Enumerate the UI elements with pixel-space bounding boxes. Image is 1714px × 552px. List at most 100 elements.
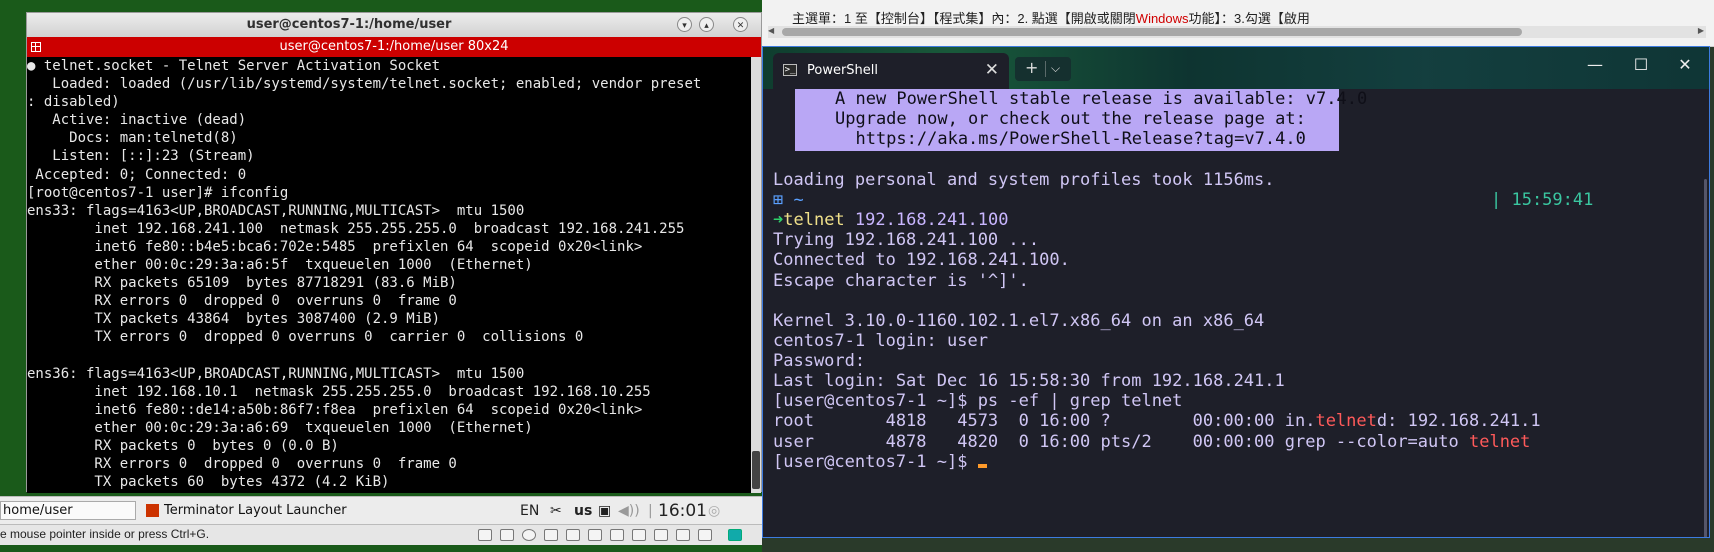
terminal-line: inet6 fe80::de14:a50b:86f7:f8ea prefixle… — [27, 401, 643, 418]
browser-hscrollbar[interactable]: ◀ ▶ — [768, 26, 1706, 38]
minimize-button[interactable]: — — [1575, 53, 1615, 77]
close-tab-icon[interactable]: ✕ — [985, 60, 999, 80]
terminal-line: RX errors 0 dropped 0 overruns 0 frame 0 — [27, 456, 457, 473]
match-highlight: telnet — [1315, 411, 1377, 431]
terminal-line: TX packets 43864 bytes 3087400 (2.9 MiB) — [27, 311, 441, 328]
tab-bar: >_ PowerShell ✕ + ⌵ — ☐ ✕ — [763, 47, 1709, 89]
prompt-time: | 15:59:41 — [1491, 190, 1594, 210]
maximize-button[interactable]: ▴ — [699, 17, 714, 32]
accessibility-icon[interactable]: ✂ — [550, 500, 562, 522]
browser-text-a: 主選單：1 至【控制台】【程式集】內：2. 點選【開啟或關閉 — [792, 11, 1136, 26]
disk-icon[interactable] — [522, 529, 536, 541]
close-button[interactable]: ✕ — [733, 17, 748, 32]
keyboard-layout[interactable]: us — [574, 500, 592, 522]
tab-powershell[interactable]: >_ PowerShell ✕ — [773, 53, 1009, 89]
audio-icon[interactable] — [610, 529, 624, 541]
terminal-window: user@centos7-1:/home/user ▾ ▴ ✕ user@cen… — [26, 12, 762, 493]
status-hint: e mouse pointer inside or press Ctrl+G. — [0, 527, 210, 541]
chevron-down-icon[interactable]: ⌵ — [1051, 61, 1060, 76]
usb-icon[interactable] — [588, 529, 602, 541]
prompt-line: ⊞ ~ — [773, 190, 804, 210]
terminal-line: Loaded: loaded (/usr/lib/systemd/system/… — [27, 76, 702, 93]
console-scrollbar[interactable] — [1704, 179, 1707, 537]
window-titlebar[interactable]: user@centos7-1:/home/user ▾ ▴ ✕ — [27, 13, 761, 38]
clock[interactable]: 16:01 — [658, 500, 707, 522]
terminal-output[interactable]: ● telnet.socket - Telnet Server Activati… — [27, 57, 751, 493]
scroll-left-icon[interactable]: ◀ — [768, 26, 774, 35]
banner-text: A new PowerShell stable release is avail… — [835, 89, 1367, 150]
cpu-icon[interactable] — [698, 529, 712, 541]
cmd-name: telnet — [783, 210, 845, 230]
volume-icon[interactable]: ◀)) — [618, 500, 640, 522]
network-adapter-icon[interactable] — [544, 529, 558, 541]
maximize-button[interactable]: ☐ — [1621, 53, 1661, 77]
terminator-title: user@centos7-1:/home/user 80x24 — [279, 39, 509, 54]
profiles-line: Loading personal and system profiles too… — [773, 170, 1275, 190]
active-prompt[interactable]: [user@centos7-1 ~]$ — [773, 452, 987, 472]
divider — [1045, 61, 1046, 77]
taskbar-item-launcher[interactable]: Terminator Layout Launcher — [144, 501, 347, 520]
banner-line: A new PowerShell stable release is avail… — [835, 89, 1368, 109]
terminal-line: Docs: man:telnetd(8) — [27, 130, 238, 147]
background-browser[interactable]: 主選單：1 至【控制台】【程式集】內：2. 點選【開啟或關閉Windows功能】… — [762, 0, 1714, 47]
new-tab-group: + ⌵ — [1015, 57, 1071, 81]
powershell-console[interactable]: A new PowerShell stable release is avail… — [763, 89, 1709, 537]
terminal-line: RX packets 65109 bytes 87718291 (83.6 Mi… — [27, 275, 457, 292]
update-banner: A new PowerShell stable release is avail… — [795, 89, 1367, 151]
output-line: Password: — [773, 351, 866, 371]
shared-folder-icon[interactable] — [632, 529, 646, 541]
terminal-line: ● telnet.socket - Telnet Server Activati… — [27, 58, 441, 74]
terminal-scrollbar[interactable] — [751, 57, 761, 493]
terminator-titlebar[interactable]: user@centos7-1:/home/user 80x24 — [27, 37, 761, 57]
scroll-right-icon[interactable]: ▶ — [1698, 26, 1704, 35]
hdd-icon[interactable] — [478, 529, 492, 541]
terminator-icon — [146, 504, 159, 517]
vm-viewer: user@centos7-1:/home/user ▾ ▴ ✕ user@cen… — [0, 0, 762, 552]
terminal-line: Active: inactive (dead) — [27, 112, 247, 129]
arrow-icon: ➜ — [773, 210, 784, 230]
terminal-line: : disabled) — [27, 94, 120, 111]
close-window-button[interactable]: ✕ — [1665, 53, 1705, 77]
powershell-icon: >_ — [783, 64, 797, 76]
output-line: centos7-1 login: user — [773, 331, 988, 351]
taskbar-item-terminal[interactable]: home/user — [0, 501, 136, 520]
browser-text-b: 功能】：3.勾選【啟用 — [1188, 11, 1310, 26]
terminal-line: ens33: flags=4163<UP,BROADCAST,RUNNING,M… — [27, 202, 525, 219]
terminal-line: inet 192.168.10.1 netmask 255.255.255.0 … — [27, 383, 651, 400]
minimize-button[interactable]: ▾ — [677, 17, 692, 32]
power-icon[interactable]: ◎ — [708, 500, 720, 522]
terminal-line: inet 192.168.241.100 netmask 255.255.255… — [27, 220, 685, 237]
prompt-dir: ~ — [793, 190, 804, 210]
match-highlight: telnet — [1468, 432, 1531, 452]
network-icon[interactable]: ▣ — [598, 500, 611, 522]
output-line: Escape character is '^]'. — [773, 271, 1029, 291]
hscroll-thumb[interactable] — [782, 28, 1522, 36]
display-icon[interactable] — [654, 529, 668, 541]
output-line: Trying 192.168.241.100 ... — [773, 230, 1040, 250]
terminal-line: Listen: [::]:23 (Stream) — [27, 148, 255, 165]
cmd-arg: 192.168.241.100 — [844, 210, 1009, 230]
vm-taskbar: home/user Terminator Layout Launcher EN … — [0, 496, 762, 525]
optical-icon[interactable] — [500, 529, 514, 541]
host-key-icon[interactable] — [728, 529, 742, 541]
terminal-line: Accepted: 0; Connected: 0 — [27, 166, 247, 183]
new-tab-icon[interactable]: + — [1025, 58, 1038, 77]
banner-line: Upgrade now, or check out the release pa… — [835, 109, 1306, 130]
scrollbar-thumb[interactable] — [752, 451, 760, 489]
output-line: [user@centos7-1 ~]$ ps -ef | grep telnet — [773, 391, 1183, 411]
separator: | — [648, 503, 653, 519]
launcher-label: Terminator Layout Launcher — [164, 503, 347, 518]
row-text: d: 192.168.241.1 — [1376, 411, 1541, 431]
terminal-line: ether 00:0c:29:3a:a6:5f txqueuelen 1000 … — [27, 257, 533, 274]
banner-line: https://aka.ms/PowerShell-Release?tag=v7… — [835, 129, 1306, 150]
output-line: Connected to 192.168.241.100. — [773, 250, 1070, 270]
input-language[interactable]: EN — [520, 500, 539, 522]
terminal-line: [root@centos7-1 user]# ifconfig — [27, 184, 289, 201]
browser-text-highlight: Windows — [1135, 11, 1189, 26]
process-row: user 4878 4820 0 16:00 pts/2 00:00:00 gr… — [773, 432, 1530, 452]
browser-text: 主選單：1 至【控制台】【程式集】內：2. 點選【開啟或關閉Windows功能】… — [792, 8, 1310, 27]
terminal-line: RX errors 0 dropped 0 overruns 0 frame 0 — [27, 293, 457, 310]
network-adapter2-icon[interactable] — [566, 529, 580, 541]
recording-icon[interactable] — [676, 529, 690, 541]
